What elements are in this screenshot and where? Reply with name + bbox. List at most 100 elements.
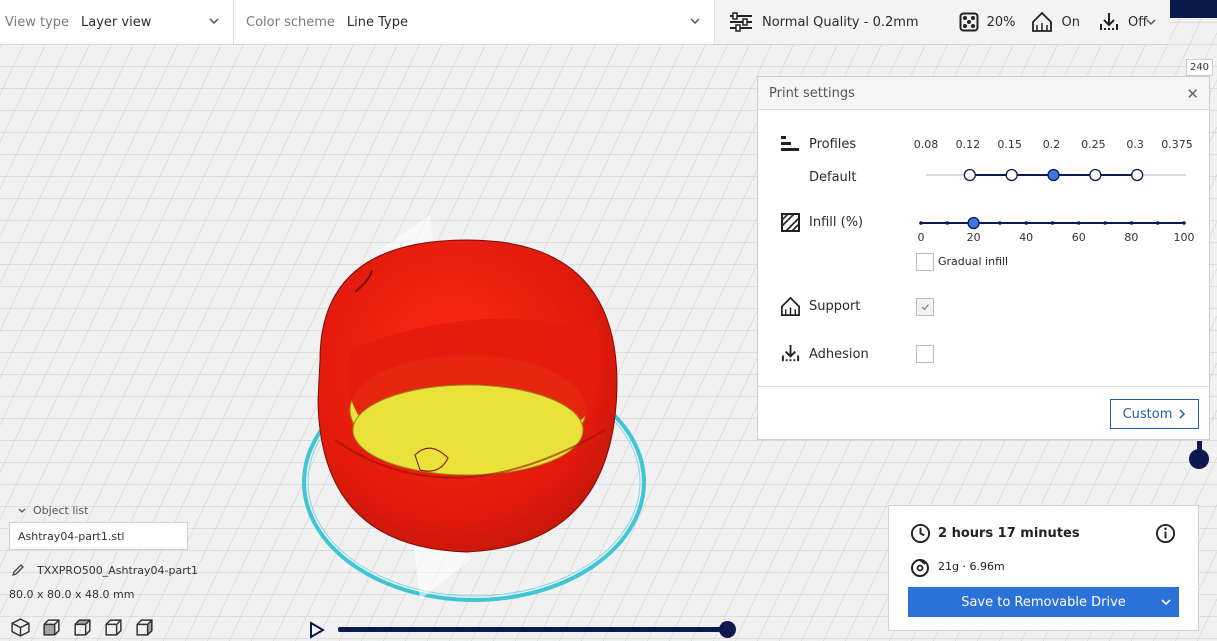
infill-step-dot — [998, 221, 1002, 225]
infill-step-dot — [945, 221, 950, 225]
save-button-label: Save to Removable Drive — [961, 594, 1126, 610]
profile-tick-label: 0.15 — [997, 138, 1022, 151]
adhesion-icon — [781, 344, 800, 362]
pencil-icon[interactable] — [11, 563, 25, 577]
chevron-down-icon — [1161, 599, 1171, 606]
view-top-icon[interactable] — [72, 617, 93, 638]
support-label: Support — [809, 299, 861, 314]
gradual-infill-checkbox[interactable] — [916, 253, 934, 271]
profile-tick-label: 0.12 — [955, 138, 981, 151]
chevron-down-icon — [1146, 19, 1156, 26]
support-value: On — [1061, 14, 1080, 30]
layer-max-badge: 240 — [1186, 59, 1213, 76]
job-summary-panel: 2 hours 17 minutes 21g · 6.96m Save to R… — [888, 505, 1199, 631]
layer-path-slider-track[interactable] — [338, 627, 728, 632]
print-settings-panel: Print settings ✕ Profiles Default 0.08 0.… — [757, 76, 1210, 440]
infill-tick-label: 40 — [1019, 231, 1034, 244]
profile-tick-label: 0.2 — [1042, 138, 1061, 151]
color-scheme-dropdown[interactable]: Color scheme Line Type — [234, 0, 715, 45]
job-name[interactable]: TXXPRO500_Ashtray04-part1 — [37, 564, 198, 577]
infill-step-dot — [1155, 221, 1160, 225]
play-icon[interactable] — [309, 621, 325, 639]
material-usage: 21g · 6.96m — [938, 560, 1005, 573]
object-file-name: Ashtray04-part1.stl — [18, 529, 125, 543]
color-scheme-label: Color scheme — [246, 15, 335, 30]
infill-tick-label: 0 — [917, 231, 925, 244]
infill-icon — [959, 12, 979, 32]
default-label: Default — [809, 170, 857, 185]
infill-tick-label: 60 — [1071, 231, 1086, 244]
adhesion-label: Adhesion — [809, 347, 869, 362]
gradual-infill-label: Gradual infill — [938, 255, 1009, 268]
view-left-icon[interactable] — [103, 617, 124, 638]
checkmark-icon — [921, 304, 930, 311]
panel-header: Print settings — [758, 77, 1209, 110]
view-type-dropdown[interactable]: View type Layer view — [0, 0, 234, 45]
support-icon — [781, 296, 800, 316]
quality-label: Normal Quality - 0.2mm — [762, 14, 919, 30]
print-time: 2 hours 17 minutes — [938, 526, 1080, 541]
close-icon[interactable]: ✕ — [1186, 85, 1199, 103]
infill-slider[interactable] — [916, 213, 1191, 233]
panel-divider — [758, 386, 1209, 387]
infill-tick-label: 100 — [1173, 231, 1195, 244]
profile-option-dot[interactable] — [1089, 168, 1102, 182]
custom-button-label: Custom — [1122, 406, 1173, 422]
support-checkbox[interactable] — [916, 298, 934, 316]
top-toolbar: View type Layer view Color scheme Line T… — [0, 0, 715, 45]
save-options-dropdown[interactable] — [1153, 587, 1179, 617]
infill-tick-label: 80 — [1124, 231, 1139, 244]
view-type-value: Layer view — [81, 15, 152, 30]
profile-slider[interactable] — [918, 165, 1198, 185]
infill-value: 20% — [986, 14, 1016, 30]
profile-option-dot[interactable] — [1131, 168, 1144, 182]
infill-step-dot — [1024, 221, 1028, 225]
profile-option-dot[interactable] — [1005, 168, 1018, 182]
infill-step-dot — [1077, 221, 1081, 225]
panel-title: Print settings — [769, 85, 855, 101]
infill-pattern-icon — [781, 213, 800, 232]
support-icon — [1032, 11, 1053, 32]
sliders-icon — [730, 12, 752, 32]
object-dimensions: 80.0 x 80.0 x 48.0 mm — [9, 588, 135, 601]
chevron-right-icon — [1179, 409, 1186, 419]
chevron-down-icon — [18, 508, 26, 513]
infill-step-dot — [1050, 221, 1055, 225]
profile-tick-label: 0.08 — [913, 138, 939, 151]
object-list-header: Object list — [33, 504, 89, 517]
profiles-label: Profiles — [809, 137, 857, 152]
spool-icon — [911, 559, 929, 577]
layer-path-slider-handle[interactable] — [719, 621, 736, 638]
print-setup-selector[interactable]: Normal Quality - 0.2mm 20% On Off — [715, 0, 1170, 45]
profile-slider-handle[interactable] — [1047, 168, 1060, 182]
infill-label: Infill (%) — [809, 215, 864, 230]
object-list-toggle[interactable]: Object list — [17, 504, 88, 517]
view-3d-icon[interactable] — [10, 617, 31, 638]
profile-tick-label: 0.25 — [1081, 138, 1106, 151]
layer-slider-handle[interactable] — [1189, 449, 1209, 469]
view-right-icon[interactable] — [134, 617, 155, 638]
chevron-down-icon — [209, 18, 219, 25]
infill-slider-handle[interactable] — [967, 216, 980, 230]
profile-tick-label: 0.3 — [1126, 138, 1144, 151]
custom-button[interactable]: Custom — [1110, 399, 1199, 429]
clock-icon — [910, 523, 931, 544]
view-front-icon[interactable] — [41, 617, 62, 638]
color-scheme-value: Line Type — [346, 15, 408, 30]
object-file-item[interactable]: Ashtray04-part1.stl — [9, 522, 188, 550]
info-icon[interactable] — [1155, 523, 1176, 544]
chevron-down-icon — [690, 18, 700, 25]
profiles-icon — [781, 136, 799, 151]
save-to-removable-drive-button[interactable]: Save to Removable Drive — [908, 587, 1179, 617]
header-accent-bar — [1170, 0, 1217, 18]
ashtray-model[interactable] — [317, 239, 618, 553]
infill-step-dot — [1182, 221, 1186, 225]
profile-option-dot[interactable] — [963, 168, 976, 182]
infill-tick-label: 20 — [966, 231, 981, 244]
infill-step-dot — [1129, 221, 1134, 225]
profile-tick-label: 0.375 — [1161, 138, 1193, 151]
camera-view-buttons — [10, 617, 155, 638]
adhesion-icon — [1099, 13, 1118, 30]
view-type-label: View type — [5, 15, 70, 30]
adhesion-checkbox[interactable] — [916, 345, 934, 363]
